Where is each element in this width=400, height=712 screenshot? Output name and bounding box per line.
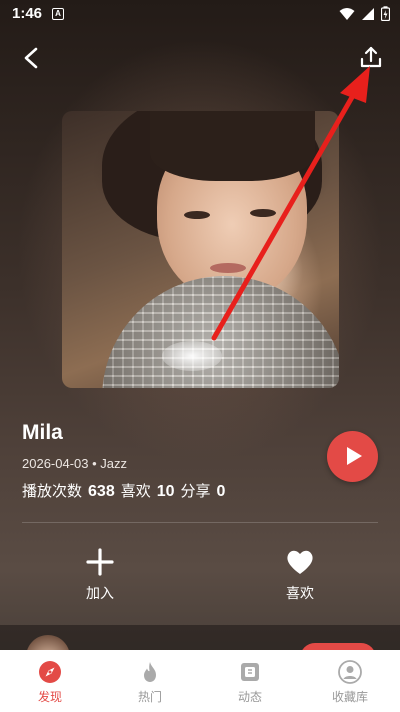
plays-label: 播放次数 [22,483,83,500]
shares-label: 分享 [180,483,211,500]
album-cover [62,111,339,388]
cover-eye-right [250,209,276,217]
tab-feed[interactable]: 动态 [200,650,300,712]
system-icons [339,6,390,21]
tab-label: 动态 [237,690,262,704]
cover-light-flare [162,341,222,371]
status-time: 1:46 [12,5,43,22]
divider [22,522,378,523]
plus-icon [86,548,114,576]
feed-icon [241,663,259,681]
notification-icon: A [52,8,64,20]
upload-share-icon [360,46,382,68]
likes-count: 10 [156,483,175,500]
cover-eye-left [184,211,210,219]
heart-icon [287,550,313,574]
wifi-icon [339,7,355,20]
signal-icon [362,7,374,20]
chevron-left-icon [24,47,38,69]
flame-icon [144,662,156,682]
tab-label: 收藏库 [331,690,368,704]
like-button[interactable]: 喜欢 [260,547,340,603]
tab-library[interactable]: 收藏库 [300,650,400,712]
play-button[interactable] [327,431,378,482]
cover-bangs [150,111,315,181]
status-bar: 1:46 A [0,0,400,28]
shares-count: 0 [216,483,226,500]
tab-hot[interactable]: 热门 [100,650,200,712]
tab-discover[interactable]: 发现 [0,650,100,712]
share-button[interactable] [356,44,386,72]
bottom-nav: 发现 热门 动态 收藏库 [0,650,400,712]
song-stats: 播放次数 638 喜欢 10 分享 0 [22,480,231,501]
tab-label: 发现 [37,690,62,704]
add-to-playlist-button[interactable]: 加入 [60,547,140,603]
back-button[interactable] [18,44,46,72]
battery-icon [381,6,390,21]
cover-lips [210,263,246,273]
plays-count: 638 [88,483,115,500]
likes-label: 喜欢 [120,483,151,500]
add-label: 加入 [86,585,114,601]
song-title: Mila [22,421,63,444]
cover-disco-ball [102,276,339,388]
compass-icon [39,661,61,683]
song-meta: 2026-04-03 • Jazz [22,456,128,471]
tab-label: 热门 [137,690,162,704]
like-label: 喜欢 [286,585,314,601]
profile-icon [338,660,362,684]
